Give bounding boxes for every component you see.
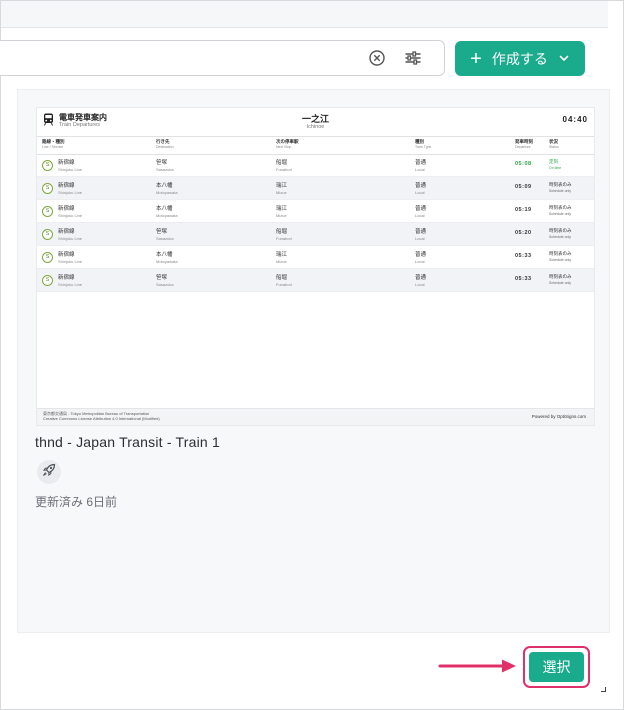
line-badge: S [42, 275, 53, 286]
preview-footer: 東京都交通局 - Tokyo Metropolitan Bureau of Tr… [37, 408, 594, 425]
table-row: S 新宿線 Shinjuku Line 本八幡 Motoyawata 瑞江 Mizue… [37, 200, 594, 223]
preview-station-en: Ichinoe [306, 124, 325, 130]
line-badge: S [42, 160, 53, 171]
table-row: S 新宿線 Shinjuku Line 笹塚 Sasazuka 船堀 Funabori… [37, 223, 594, 246]
top-strip [1, 1, 608, 28]
content-card[interactable]: 電車発車案内 Train Departures 一之江 Ichinoe 04:4… [17, 89, 610, 633]
preview-clock: 04:40 [562, 115, 588, 124]
table-row: S 新宿線 Shinjuku Line 本八幡 Motoyawata 瑞江 Mizue… [37, 177, 594, 200]
column-header: 状況 Status [549, 139, 559, 149]
line-badge: S [42, 252, 53, 263]
column-header: 種別 Train Type [415, 139, 432, 149]
preview-thumbnail[interactable]: 電車発車案内 Train Departures 一之江 Ichinoe 04:4… [36, 107, 595, 426]
column-header: 次の停車駅 Next Stop [276, 139, 299, 149]
column-header: 路線・種別 Line / Service [42, 139, 65, 149]
create-button[interactable]: + 作成する [455, 41, 585, 76]
create-button-label: 作成する [491, 50, 548, 67]
preview-header: 電車発車案内 Train Departures 一之江 Ichinoe 04:4… [37, 108, 594, 136]
filter-sliders-icon[interactable] [404, 49, 422, 67]
table-row: S 新宿線 Shinjuku Line 笹塚 Sasazuka 船堀 Funabori… [37, 154, 594, 177]
dialog-frame: + 作成する 電車発車案内 Train Departures 一之江 Ichin… [0, 0, 624, 710]
rocket-icon [42, 463, 56, 482]
search-input[interactable] [0, 40, 445, 76]
line-badge: S [42, 206, 53, 217]
plus-icon: + [470, 47, 482, 70]
preview-footer-powered: Powered by OptiSigns.com [531, 414, 586, 419]
preview-footer-license: Creative Commons License Attribution 4.0… [43, 416, 160, 421]
resize-handle[interactable] [601, 687, 606, 692]
line-badge: S [42, 229, 53, 240]
card-title: thnd - Japan Transit - Train 1 [35, 434, 220, 450]
line-badge: S [42, 183, 53, 194]
table-row: S 新宿線 Shinjuku Line 本八幡 Motoyawata 瑞江 Mizue… [37, 246, 594, 269]
clear-icon[interactable] [368, 49, 386, 67]
column-header: 発車時刻 Departure [515, 139, 533, 149]
column-header: 行き先 Destination [156, 139, 174, 149]
app-type-badge [37, 460, 61, 484]
table-row: S 新宿線 Shinjuku Line 笹塚 Sasazuka 船堀 Funabori… [37, 269, 594, 292]
select-button[interactable]: 選択 [529, 652, 584, 682]
select-button-label: 選択 [542, 659, 571, 675]
arrow-icon [438, 659, 516, 673]
updated-timestamp: 更新済み 6日前 [35, 495, 118, 509]
select-button-highlight[interactable]: 選択 [523, 646, 590, 688]
chevron-down-icon [558, 51, 570, 67]
preview-column-headers: 路線・種別 Line / Service 行き先 Destination 次の停車駅… [37, 136, 594, 155]
